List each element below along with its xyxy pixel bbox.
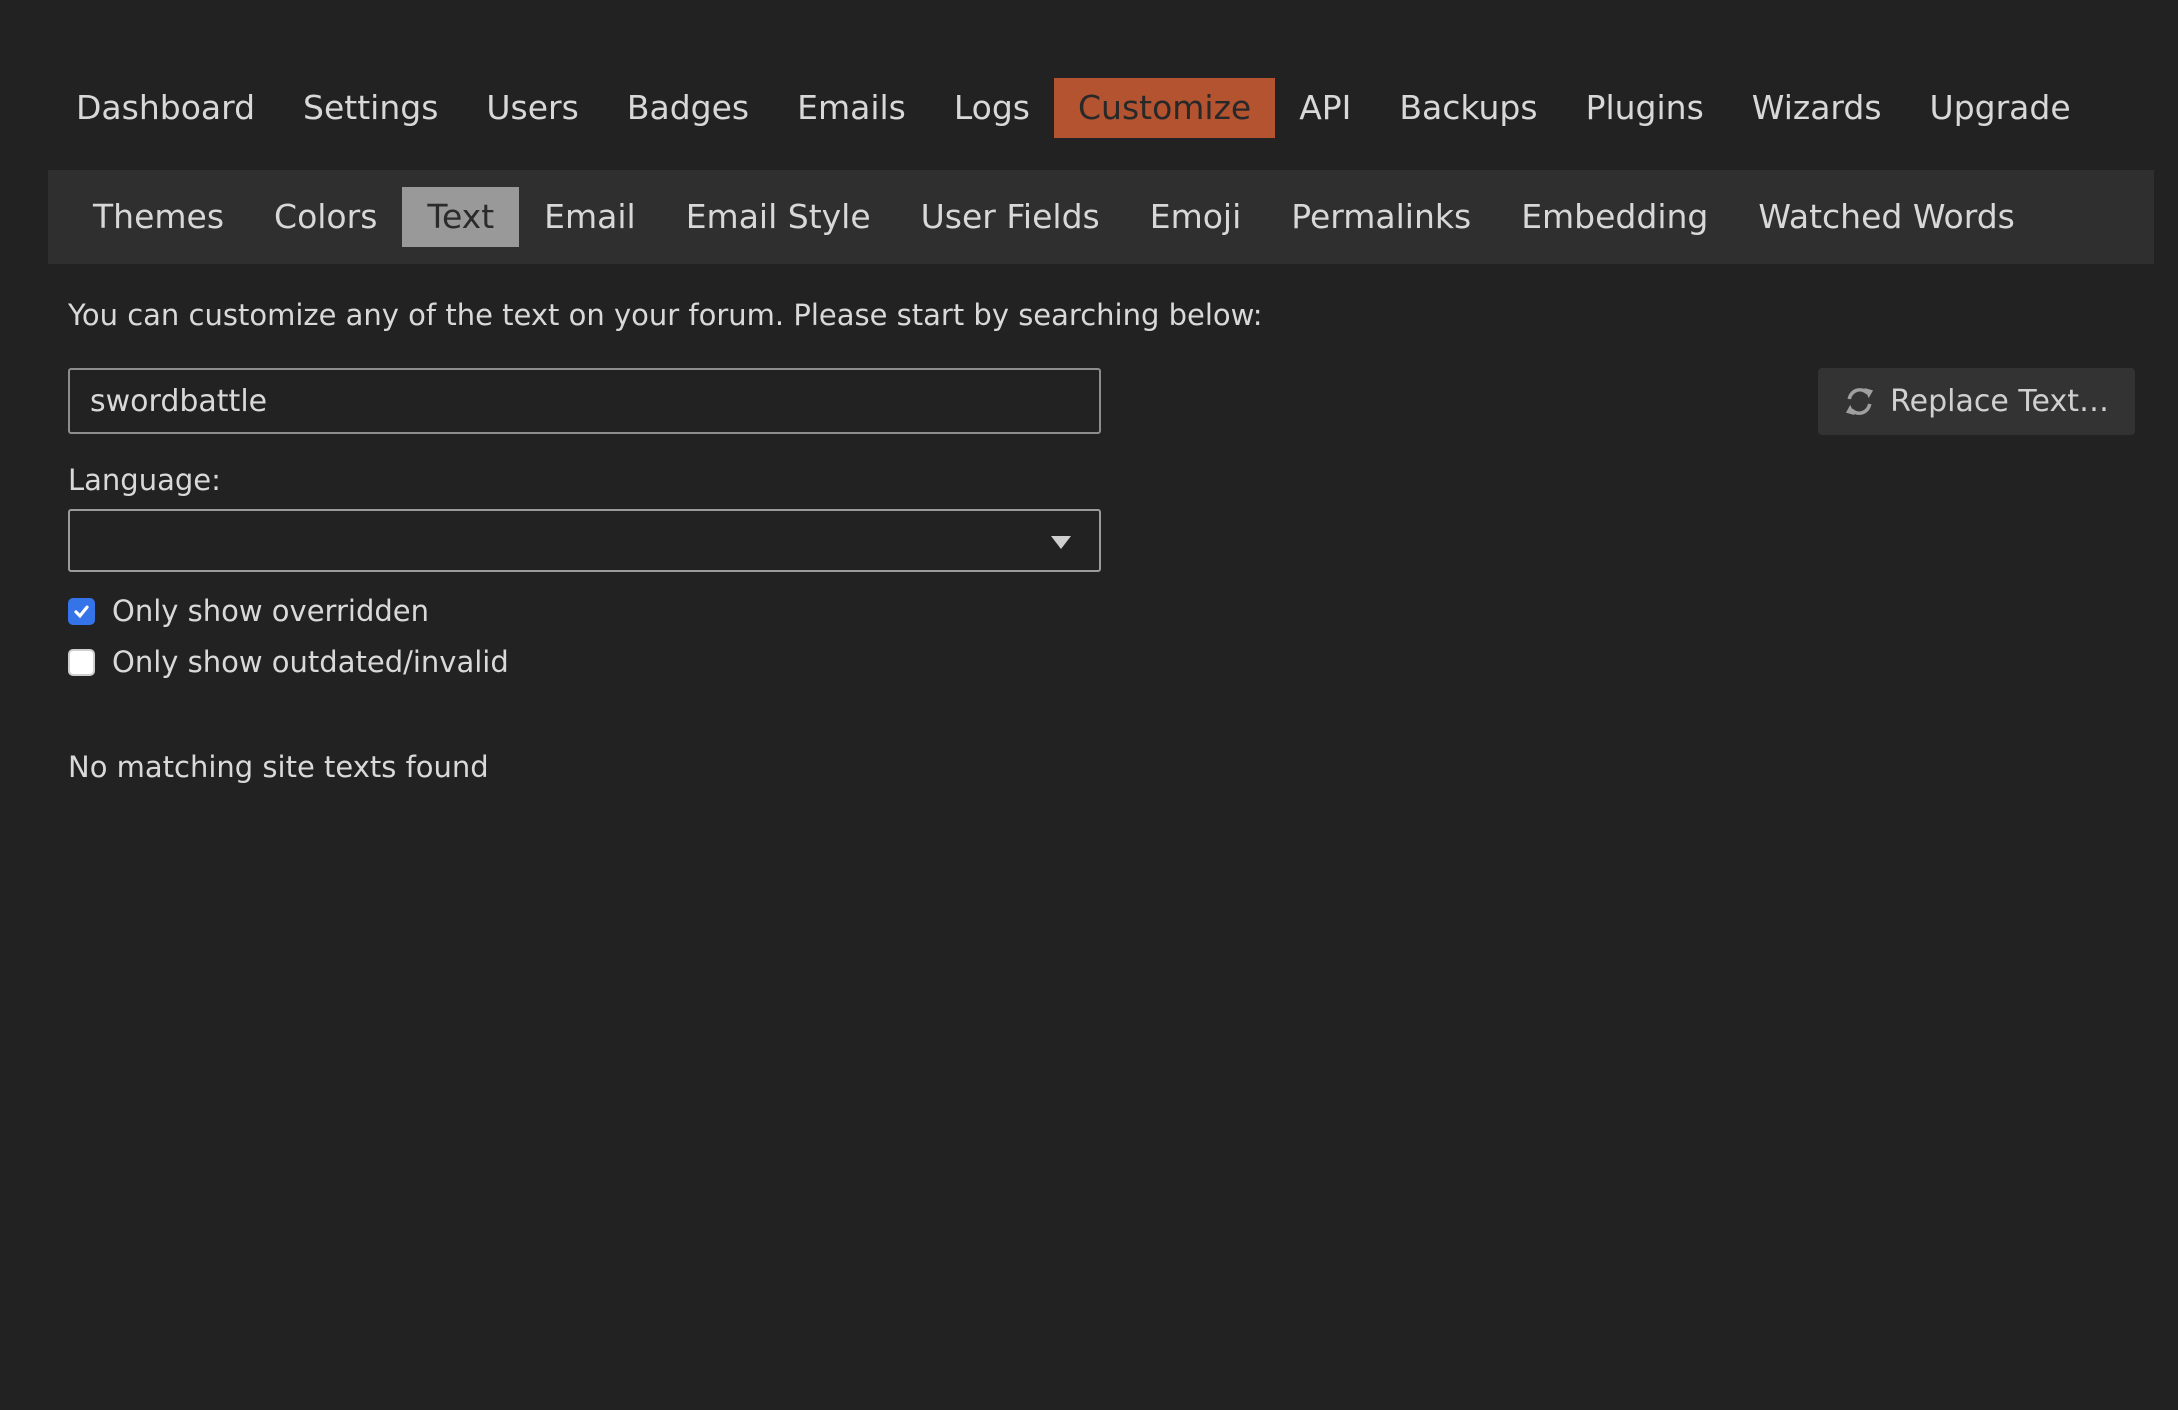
nav-item-users[interactable]: Users	[462, 78, 602, 138]
subnav-item-email-style[interactable]: Email Style	[661, 187, 896, 247]
nav-item-logs[interactable]: Logs	[930, 78, 1054, 138]
subnav-item-email[interactable]: Email	[519, 187, 661, 247]
customize-text-panel: You can customize any of the text on you…	[68, 298, 2135, 784]
nav-item-settings[interactable]: Settings	[279, 78, 462, 138]
nav-item-emails[interactable]: Emails	[773, 78, 930, 138]
subnav-item-user-fields[interactable]: User Fields	[896, 187, 1125, 247]
checkmark-icon	[72, 602, 91, 621]
filter-label: Only show overridden	[112, 594, 429, 628]
replace-text-button[interactable]: Replace Text…	[1818, 368, 2135, 435]
nav-item-badges[interactable]: Badges	[603, 78, 773, 138]
subnav-item-text[interactable]: Text	[402, 187, 519, 247]
nav-item-dashboard[interactable]: Dashboard	[52, 78, 279, 138]
refresh-icon	[1844, 386, 1875, 417]
site-text-search-input[interactable]	[68, 368, 1101, 434]
subnav-item-embedding[interactable]: Embedding	[1496, 187, 1733, 247]
admin-top-nav: Dashboard Settings Users Badges Emails L…	[0, 0, 2178, 138]
nav-item-customize[interactable]: Customize	[1054, 78, 1275, 138]
intro-text: You can customize any of the text on you…	[68, 298, 2135, 332]
admin-sub-nav: Themes Colors Text Email Email Style Use…	[48, 170, 2154, 264]
checkbox-only-show-outdated: Only show outdated/invalid	[68, 645, 2135, 679]
search-row: Replace Text…	[68, 368, 2135, 435]
filter-label: Only show outdated/invalid	[112, 645, 509, 679]
empty-state-text: No matching site texts found	[68, 750, 2135, 784]
language-label: Language:	[68, 463, 2135, 497]
filter-checkboxes: Only show overridden Only show outdated/…	[68, 594, 2135, 679]
nav-item-wizards[interactable]: Wizards	[1728, 78, 1906, 138]
replace-text-label: Replace Text…	[1890, 384, 2109, 419]
subnav-item-watched-words[interactable]: Watched Words	[1733, 187, 2040, 247]
nav-item-upgrade[interactable]: Upgrade	[1906, 78, 2095, 138]
nav-item-backups[interactable]: Backups	[1375, 78, 1561, 138]
subnav-item-emoji[interactable]: Emoji	[1125, 187, 1267, 247]
language-select[interactable]	[68, 509, 1101, 572]
checkbox[interactable]	[68, 649, 95, 676]
subnav-item-colors[interactable]: Colors	[249, 187, 402, 247]
nav-item-plugins[interactable]: Plugins	[1562, 78, 1728, 138]
chevron-down-icon	[1051, 536, 1071, 549]
subnav-item-permalinks[interactable]: Permalinks	[1266, 187, 1496, 247]
checkbox-only-show-overridden: Only show overridden	[68, 594, 2135, 628]
nav-item-api[interactable]: API	[1275, 78, 1375, 138]
checkbox[interactable]	[68, 598, 95, 625]
subnav-item-themes[interactable]: Themes	[68, 187, 249, 247]
